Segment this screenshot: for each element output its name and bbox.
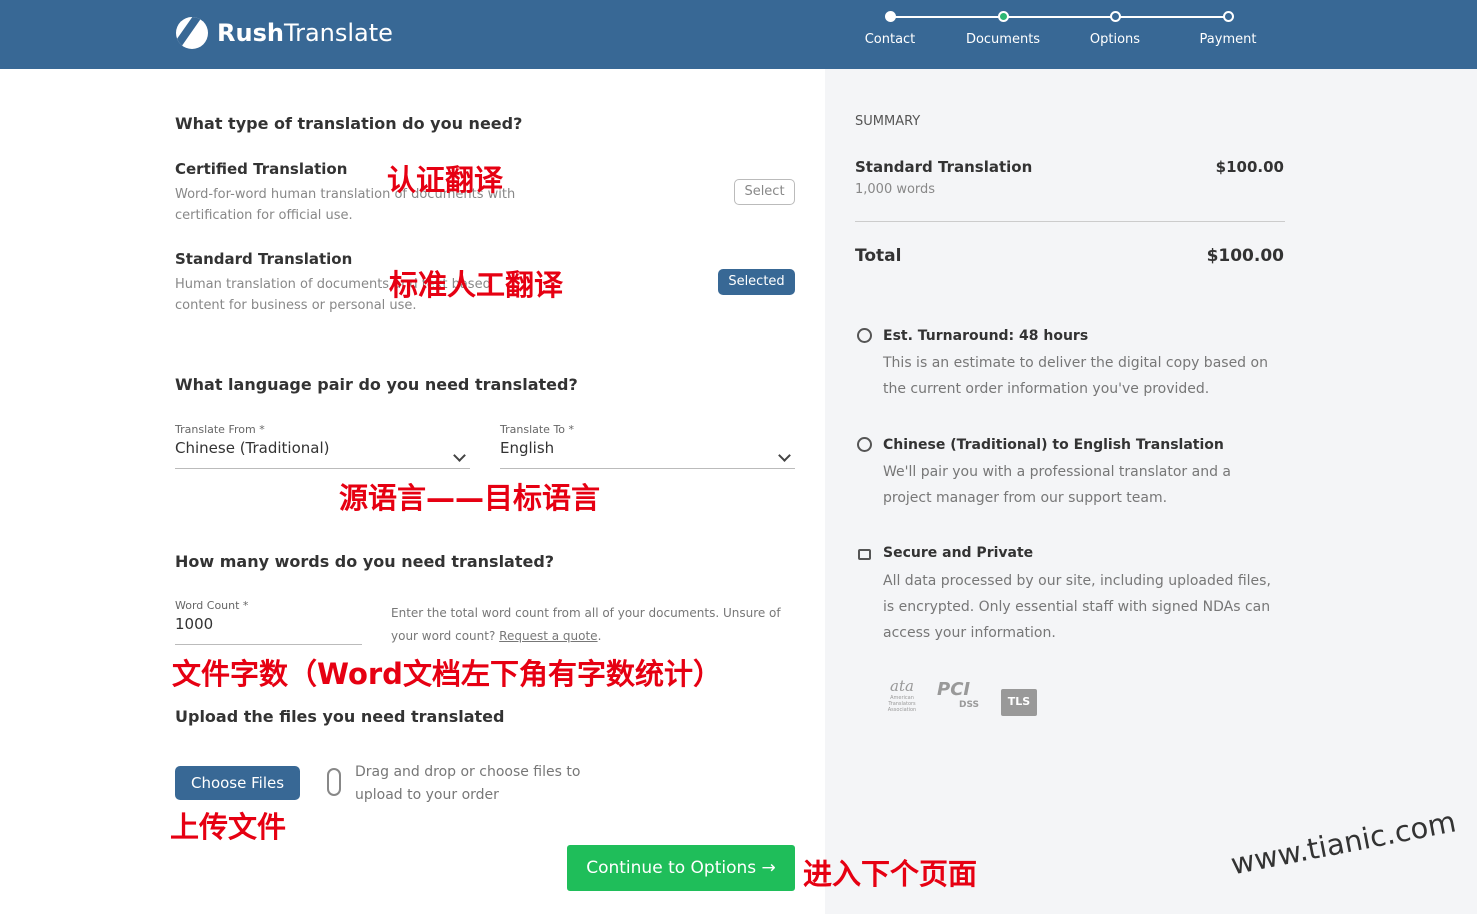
globe-icon	[857, 437, 872, 452]
word-count-help: Enter the total word count from all of y…	[391, 602, 781, 648]
translate-to-select[interactable]: Translate To * English	[500, 423, 795, 469]
summary-heading: SUMMARY	[855, 114, 921, 129]
selected-standard-button[interactable]: Selected	[718, 269, 795, 295]
field-value: English	[500, 439, 555, 457]
select-certified-button[interactable]: Select	[734, 179, 795, 205]
language-title: What language pair do you need translate…	[175, 375, 578, 394]
field-value: Chinese (Traditional)	[175, 439, 330, 457]
step-label: Documents	[965, 32, 1041, 47]
annotation-languages: 源语言——目标语言	[339, 481, 601, 515]
help-end: .	[597, 629, 602, 643]
logo-text: Translate	[283, 19, 393, 47]
annotation-standard: 标准人工翻译	[389, 268, 564, 302]
field-label: Translate From *	[175, 423, 265, 436]
translate-from-select[interactable]: Translate From * Chinese (Traditional)	[175, 423, 470, 469]
stopwatch-icon	[857, 328, 872, 343]
annotation-next: 进入下个页面	[803, 857, 978, 891]
divider	[855, 221, 1285, 222]
type-title: What type of translation do you need?	[175, 114, 523, 133]
step-options[interactable]: Options	[1065, 10, 1165, 47]
turnaround-title: Est. Turnaround: 48 hours	[883, 328, 1089, 344]
summary-panel: SUMMARY Standard Translation $100.00 1,0…	[825, 69, 1477, 914]
progress-steps: Contact Documents Options Payment	[865, 10, 1266, 60]
step-label: Options	[1089, 32, 1141, 47]
step-contact[interactable]: Contact	[840, 10, 940, 47]
upload-hint: Drag and drop or choose files to upload …	[355, 764, 581, 803]
summary-item: Standard Translation	[855, 158, 1033, 176]
field-value: 1000	[175, 615, 214, 633]
logo[interactable]: Rush Translate	[176, 17, 393, 49]
language-pair-title: Chinese (Traditional) to English Transla…	[883, 437, 1224, 453]
logo-text-bold: Rush	[217, 19, 284, 47]
step-dot	[1109, 11, 1121, 22]
certified-name: Certified Translation	[175, 160, 348, 178]
tls-badge: TLS	[1001, 689, 1037, 716]
words-title: How many words do you need translated?	[175, 552, 555, 571]
total-label: Total	[855, 246, 902, 266]
secure-desc: All data processed by our site, includin…	[883, 573, 1271, 641]
turnaround-desc: This is an estimate to deliver the digit…	[883, 355, 1268, 397]
word-count-input[interactable]: Word Count * 1000	[175, 599, 362, 645]
choose-files-button[interactable]: Choose Files	[175, 766, 300, 800]
step-dot	[1222, 11, 1234, 22]
step-documents[interactable]: Documents	[953, 10, 1053, 47]
request-quote-link[interactable]: Request a quote	[499, 629, 597, 643]
paperclip-icon	[327, 768, 341, 796]
upload-title: Upload the files you need translated	[175, 707, 505, 726]
language-pair-desc: We'll pair you with a professional trans…	[883, 464, 1231, 506]
annotation-certified: 认证翻译	[387, 163, 504, 197]
field-label: Word Count *	[175, 599, 249, 612]
logo-icon	[176, 17, 208, 49]
annotation-upload: 上传文件	[170, 810, 287, 844]
summary-words: 1,000 words	[855, 182, 936, 197]
lock-icon	[858, 549, 871, 560]
annotation-words: 文件字数（Word文档左下角有字数统计）	[172, 657, 722, 691]
field-label: Translate To *	[500, 423, 575, 436]
continue-button[interactable]: Continue to Options →	[567, 845, 795, 891]
step-label: Payment	[1199, 32, 1257, 47]
standard-name: Standard Translation	[175, 250, 353, 268]
pci-dss-badge: PCI DSS	[937, 679, 980, 710]
step-dot	[884, 11, 896, 22]
step-payment[interactable]: Payment	[1178, 10, 1278, 47]
ata-badge: ata American Translators Association	[887, 677, 917, 713]
summary-item-price: $100.00	[1215, 158, 1284, 176]
secure-title: Secure and Private	[883, 545, 1034, 561]
step-label: Contact	[864, 32, 916, 47]
step-dot	[997, 11, 1009, 22]
total-value: $100.00	[1206, 246, 1284, 266]
header: Rush Translate Contact Documents Options …	[0, 0, 1477, 69]
